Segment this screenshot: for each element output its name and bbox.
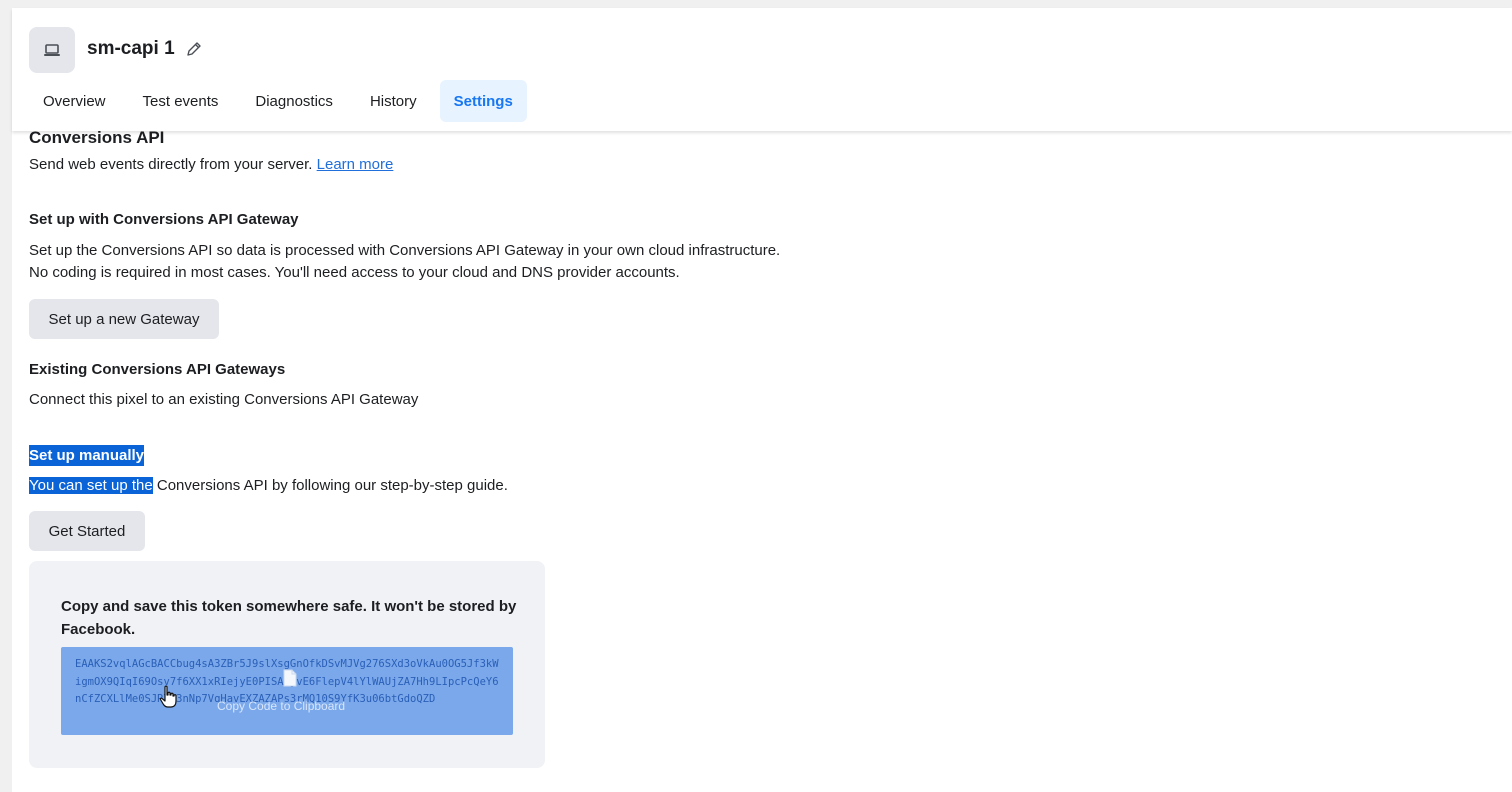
learn-more-link[interactable]: Learn more [317, 156, 394, 173]
selected-text: You can set up the [29, 477, 153, 494]
tab-diagnostics[interactable]: Diagnostics [241, 80, 347, 122]
copy-document-icon [283, 669, 297, 692]
gateway-title: Set up with Conversions API Gateway [29, 211, 299, 228]
pixel-name: sm-capi 1 [87, 38, 175, 59]
token-warning-message: Copy and save this token somewhere safe.… [61, 598, 517, 638]
page-title: sm-capi 1 [87, 38, 203, 60]
tab-settings[interactable]: Settings [439, 80, 527, 122]
tab-test-events[interactable]: Test events [129, 80, 233, 122]
copy-to-clipboard-tooltip: Copy Code to Clipboard [217, 699, 346, 713]
conversions-api-description-text: Send web events directly from your serve… [29, 156, 313, 173]
existing-gateways-description: Connect this pixel to an existing Conver… [29, 391, 419, 408]
tab-bar: Overview Test events Diagnostics History… [29, 80, 536, 122]
get-started-button[interactable]: Get Started [29, 511, 145, 551]
pencil-icon[interactable] [185, 40, 203, 58]
conversions-api-description: Send web events directly from your serve… [29, 154, 393, 176]
setup-manually-description-rest: Conversions API by following our step-by… [152, 477, 508, 494]
conversions-api-title: Conversions API [29, 128, 165, 147]
gateway-description-line1: Set up the Conversions API so data is pr… [29, 242, 781, 259]
page-header: sm-capi 1 Overview Test events Diagnosti… [12, 8, 1512, 131]
setup-manually-description: You can set up the Conversions API by fo… [29, 475, 508, 497]
setup-new-gateway-button[interactable]: Set up a new Gateway [29, 299, 219, 339]
access-token-card: Copy and save this token somewhere safe.… [29, 561, 545, 768]
hand-cursor-icon [159, 685, 179, 714]
laptop-icon [29, 27, 75, 73]
setup-manually-title: Set up manually [29, 445, 145, 466]
existing-gateways-title: Existing Conversions API Gateways [29, 361, 286, 378]
page: sm-capi 1 Overview Test events Diagnosti… [12, 8, 1512, 792]
tab-history[interactable]: History [356, 80, 431, 122]
gateway-description-line2: No coding is required in most cases. You… [29, 264, 680, 281]
access-token-box[interactable]: EAAKS2vqlAGcBACCbug4sA3ZBr5J9slXsgGnOfkD… [61, 647, 513, 735]
tab-overview[interactable]: Overview [29, 80, 120, 122]
